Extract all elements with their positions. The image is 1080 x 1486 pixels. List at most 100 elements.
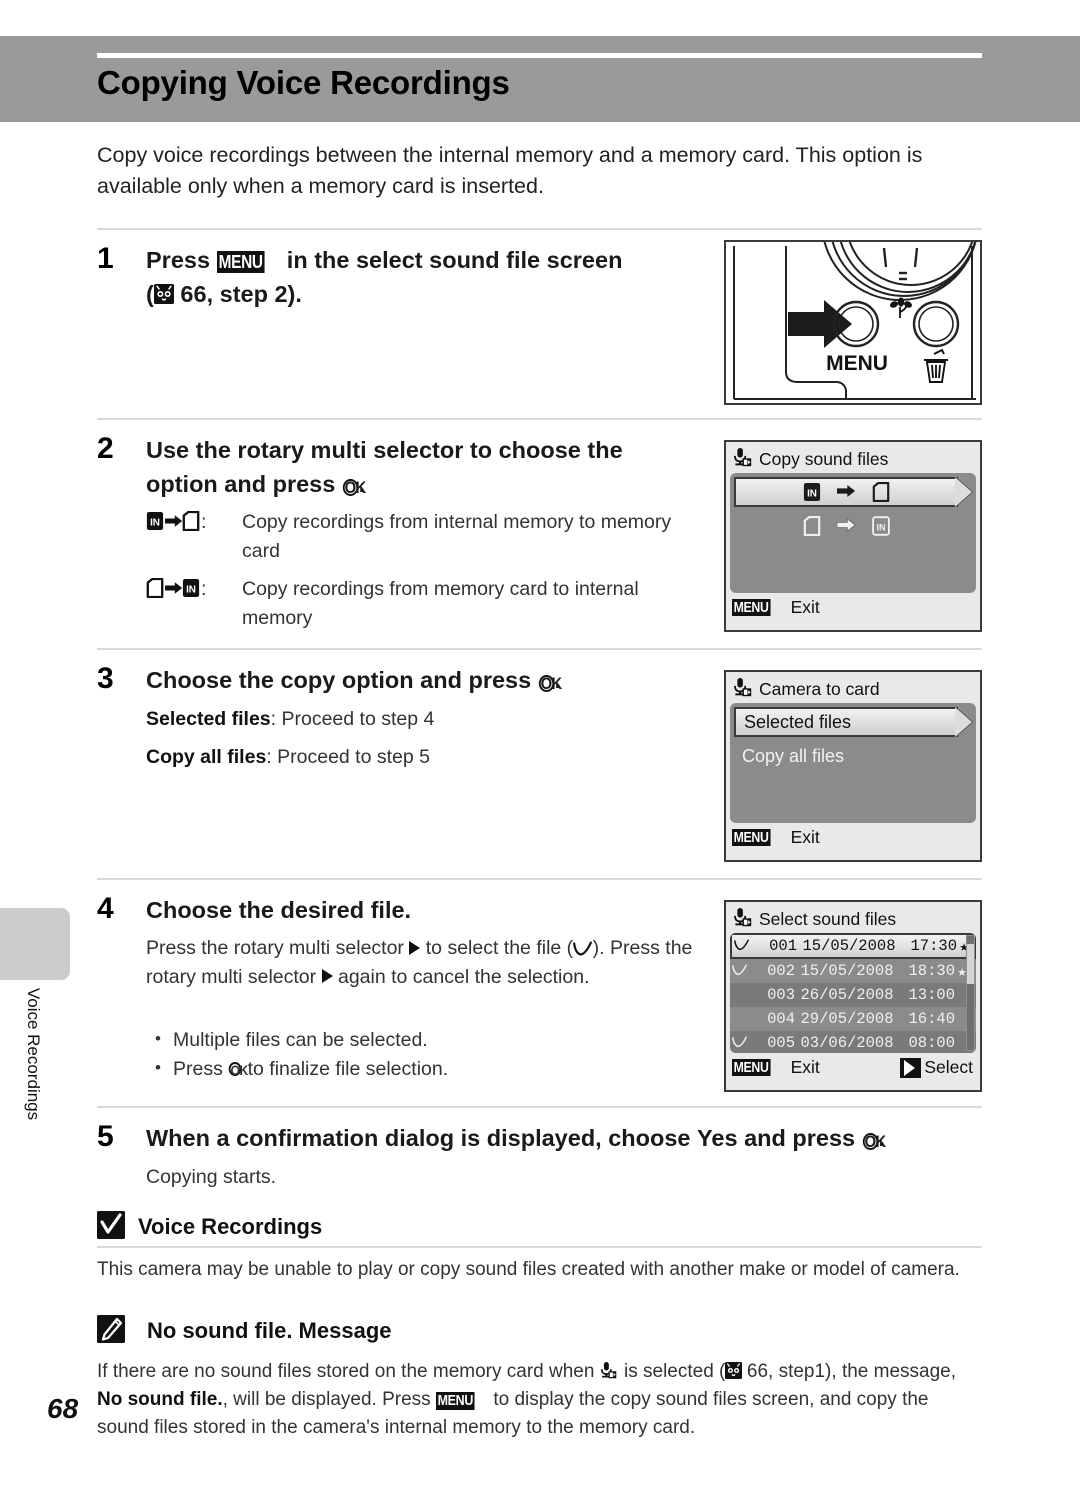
file-time: 16:40 — [908, 1010, 955, 1028]
step-1-text-c: 66, step 2). — [173, 281, 302, 307]
lcd-camera-to-card-footer: MENU Exit — [730, 823, 976, 852]
step-3-option-1-rest: : Proceed to step 4 — [270, 708, 435, 730]
file-date: 29/05/2008 — [800, 1010, 894, 1028]
voice-recording-icon — [733, 447, 752, 473]
step-5-body: Copying starts. — [146, 1166, 277, 1188]
note-2-text-c: 66, step1), the message, — [741, 1361, 957, 1382]
lcd-menu-item-copy-all-files[interactable]: Copy all files — [734, 741, 958, 771]
section-tab-block — [0, 908, 70, 980]
step-3-number: 3 — [97, 662, 114, 695]
step-4-number: 4 — [97, 892, 114, 925]
note-2-bold: No sound file. — [97, 1389, 223, 1410]
step-4-bullets: Multiple files can be selected. Press OK… — [146, 1025, 721, 1084]
lcd-option-card-to-internal[interactable] — [734, 511, 958, 541]
internal-memory-icon — [182, 578, 201, 598]
step-4-line-1b: to select the file ( — [420, 937, 574, 959]
menu-button-chip: MENU — [732, 598, 771, 617]
file-date: 15/05/2008 — [802, 937, 896, 955]
step-2-text-a: Use the rotary multi selector to choose … — [146, 437, 623, 497]
arrow-right-icon — [837, 516, 856, 537]
section-tab-label: Voice Recordings — [24, 987, 43, 1121]
divider-1 — [97, 228, 982, 230]
step-3-option-1-label: Selected files — [146, 708, 271, 730]
file-number: 002 — [767, 962, 795, 980]
sound-file-row[interactable]: 001 15/05/2008 17:30 ★ — [730, 933, 976, 959]
step-4-body: Press the rotary multi selector to selec… — [146, 934, 721, 991]
file-time: 13:00 — [908, 986, 955, 1004]
lcd-select-sound-files-title: Select sound files — [759, 909, 897, 929]
list-scrollbar[interactable] — [966, 935, 975, 1051]
step-3-heading: Choose the copy option and press OK. — [146, 663, 691, 697]
step-5-yes: Yes — [697, 1125, 738, 1151]
step-1-paren: ( — [146, 281, 154, 307]
lcd-select-sound-files: Select sound files 001 15/05/2008 17:30 ★ 00… — [724, 900, 982, 1092]
memory-card-icon — [182, 511, 201, 531]
step-1-number: 1 — [97, 242, 114, 275]
arrow-right-icon — [165, 575, 183, 591]
file-selected-check-icon — [732, 962, 747, 980]
file-date: 26/05/2008 — [800, 986, 894, 1004]
divider-6 — [97, 1246, 982, 1248]
ok-button-icon: OK — [228, 1062, 249, 1079]
lcd-exit-label: Exit — [790, 827, 820, 847]
check-note-icon — [97, 1211, 125, 1239]
sound-file-row[interactable]: 002 15/05/2008 18:30 ★ — [730, 959, 976, 983]
step-4-bullet-2: Press OK to finalize file selection. — [146, 1054, 721, 1084]
file-time: 18:30 — [908, 962, 955, 980]
menu-button-chip: MENU — [216, 251, 264, 273]
menu-button-chip: MENU — [732, 828, 771, 847]
file-number: 004 — [767, 1010, 795, 1028]
sound-file-row[interactable]: 003 26/05/2008 13:00 — [730, 983, 976, 1007]
lcd-copy-sound-files-panel — [730, 473, 976, 593]
step-3-option-copy-all-files: Copy all files: Proceed to step 5 — [146, 743, 691, 772]
page-ref-icon — [725, 1362, 741, 1378]
lcd-select-hint: Select — [900, 1057, 976, 1078]
file-time: 17:30 — [910, 937, 957, 955]
step-2-colon-2: : — [200, 578, 207, 600]
internal-memory-icon — [803, 482, 821, 503]
lcd-exit-label: Exit — [790, 1057, 820, 1077]
step-4-heading: Choose the desired file. — [146, 897, 412, 923]
file-time: 08:00 — [908, 1034, 955, 1052]
step-1-text-b: in the select sound file screen — [280, 247, 623, 273]
svg-text:MENU: MENU — [826, 352, 888, 375]
lcd-option-internal-to-card[interactable] — [734, 477, 972, 507]
step-4-bullet-1: Multiple files can be selected. — [146, 1025, 721, 1055]
step-2-option-1-text: Copy recordings from internal memory to … — [242, 511, 672, 562]
lcd-select-label: Select — [924, 1057, 973, 1077]
step-5-number: 5 — [97, 1120, 114, 1153]
selection-arrow-tail — [955, 477, 972, 507]
check-mark-icon — [573, 936, 593, 953]
lcd-copy-sound-files-title-row: Copy sound files — [730, 446, 976, 473]
lcd-exit-label: Exit — [790, 597, 820, 617]
lcd-copy-sound-files-title: Copy sound files — [759, 449, 889, 469]
file-number: 003 — [767, 986, 795, 1004]
note-1-body: This camera may be unable to play or cop… — [97, 1259, 960, 1280]
sound-file-list[interactable]: 001 15/05/2008 17:30 ★ 002 15/05/2008 18:30 ★ 00… — [730, 933, 976, 1053]
lcd-camera-to-card-title-row: Camera to card — [730, 676, 976, 703]
file-date: 03/06/2008 — [800, 1034, 894, 1052]
memory-card-icon — [146, 578, 165, 598]
step-5-text-b: and press — [737, 1125, 862, 1151]
internal-memory-icon — [872, 516, 890, 537]
intro-paragraph: Copy voice recordings between the intern… — [97, 143, 923, 198]
step-3-option-2-rest: : Proceed to step 5 — [266, 746, 430, 768]
step-1-text-a: Press — [146, 247, 217, 273]
sound-file-row[interactable]: 004 29/05/2008 16:40 — [730, 1007, 976, 1031]
lcd-select-sound-files-panel: 001 15/05/2008 17:30 ★ 002 15/05/2008 18:30 ★ 00… — [730, 933, 976, 1053]
ok-button-icon: OK — [342, 478, 366, 497]
note-1-title: Voice Recordings — [138, 1214, 323, 1239]
manual-page: Copying Voice Recordings Voice Recording… — [0, 0, 1080, 1486]
page-title: Copying Voice Recordings — [97, 64, 510, 101]
multi-selector-right-icon — [321, 969, 333, 984]
divider-2 — [97, 418, 982, 420]
sound-file-row[interactable]: 005 03/06/2008 08:00 — [730, 1031, 976, 1053]
step-3-text-a: Choose the copy option and press — [146, 667, 538, 693]
step-2-colon-1: : — [200, 511, 207, 533]
step-3-option-2-label: Copy all files — [146, 746, 267, 768]
lcd-copy-sound-files-footer: MENU Exit — [730, 593, 976, 622]
scrollbar-thumb[interactable] — [967, 944, 974, 984]
note-2-body: If there are no sound files stored on th… — [97, 1358, 982, 1442]
lcd-menu-item-selected-files[interactable]: Selected files — [734, 707, 972, 737]
file-number: 001 — [769, 937, 797, 955]
